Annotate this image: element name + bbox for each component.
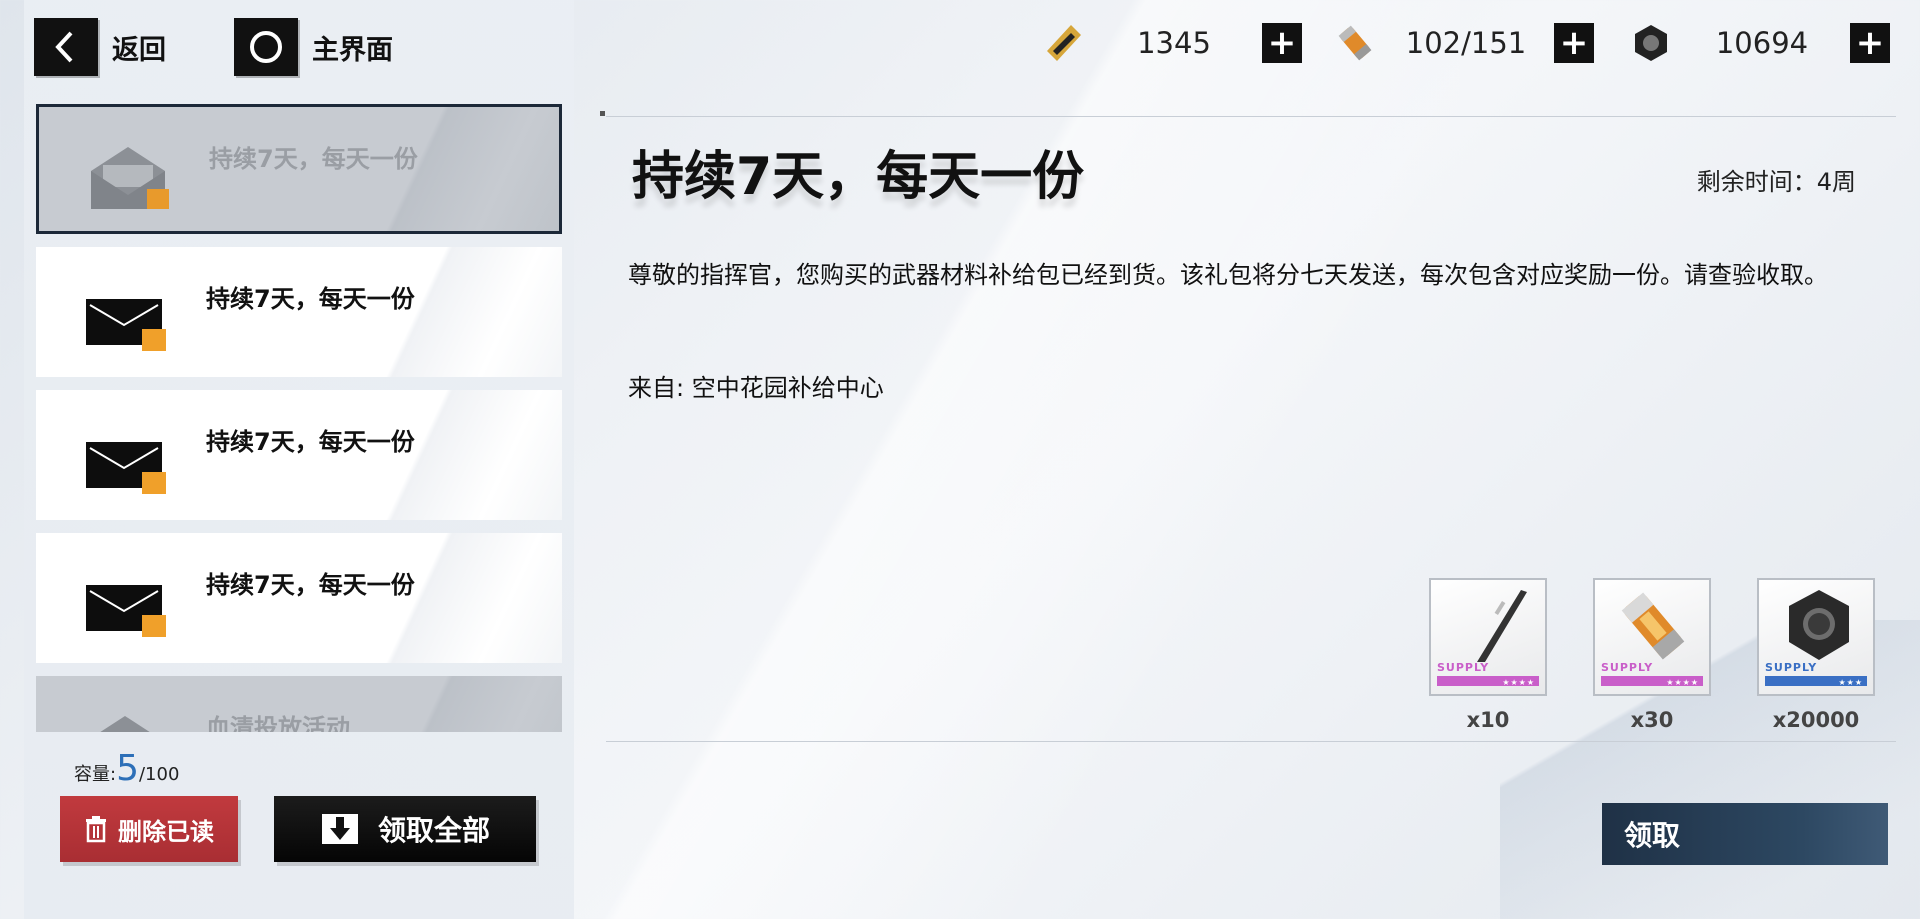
remaining-time: 剩余时间：4周 <box>1696 168 1856 196</box>
resource-battery: 102/151 + <box>1332 20 1594 66</box>
supply-label: SUPPLY <box>1437 661 1490 674</box>
add-ticket-button[interactable]: + <box>1262 23 1302 63</box>
marker-dot <box>600 111 605 116</box>
back-label: 返回 <box>112 34 166 66</box>
claim-button[interactable]: 领取 <box>1602 803 1888 865</box>
mail-body: 尊敬的指挥官，您购买的武器材料补给包已经到货。该礼包将分七天发送，每次包含对应奖… <box>628 261 1828 289</box>
mail-item[interactable]: 持续7天，每天一份 <box>36 390 562 520</box>
reward-card[interactable]: SUPPLY ★★★★ <box>1593 578 1711 696</box>
add-nut-button[interactable]: + <box>1850 23 1890 63</box>
resource-value: 1345 <box>1137 26 1211 60</box>
reward-item[interactable]: SUPPLY ★★★★ x30 <box>1593 578 1711 732</box>
supply-label: SUPPLY <box>1765 661 1818 674</box>
opened-envelope-icon <box>91 147 169 209</box>
rarity-stars: ★★★★ <box>1666 678 1699 687</box>
mail-item[interactable]: 持续7天，每天一份 <box>36 533 562 663</box>
envelope-icon <box>86 442 166 494</box>
chevron-left-icon <box>34 18 98 76</box>
supply-label: SUPPLY <box>1601 661 1654 674</box>
hex-nut-icon <box>1628 20 1674 66</box>
resource-value: 102/151 <box>1405 26 1527 60</box>
home-button[interactable]: 主界面 <box>234 18 393 76</box>
mail-title: 持续7天，每天一份 <box>209 145 418 173</box>
trash-icon <box>86 816 106 843</box>
mail-detail-title: 持续7天，每天一份 <box>632 147 1085 207</box>
back-button[interactable]: 返回 <box>34 18 166 76</box>
capacity-label: 容量: <box>74 764 117 785</box>
reward-item[interactable]: SUPPLY ★★★★ x10 <box>1429 578 1547 732</box>
reward-card[interactable]: SUPPLY ★★★★ <box>1429 578 1547 696</box>
mail-item[interactable]: 血清投放活动 <box>36 676 562 732</box>
add-battery-button[interactable]: + <box>1554 23 1594 63</box>
claim-label: 领取 <box>1624 819 1681 852</box>
mail-title: 持续7天，每天一份 <box>206 285 415 313</box>
battery-icon <box>1621 592 1685 660</box>
resource-value: 10694 <box>1715 26 1809 60</box>
opened-envelope-icon <box>100 716 150 732</box>
delete-read-label: 删除已读 <box>118 817 214 846</box>
rarity-stars: ★★★★ <box>1502 678 1535 687</box>
collect-all-button[interactable]: 领取全部 <box>274 796 536 862</box>
mail-item[interactable]: 持续7天，每天一份 <box>36 247 562 377</box>
mail-capacity: 容量:5/100 <box>74 748 179 789</box>
capacity-current: 5 <box>116 748 139 789</box>
mail-title: 持续7天，每天一份 <box>206 428 415 456</box>
envelope-icon <box>86 299 166 351</box>
hex-nut-icon <box>1789 590 1849 660</box>
mail-list[interactable]: 持续7天，每天一份 持续7天，每天一份 持续7天，每天一份 持续7天，每天一份 … <box>36 104 564 732</box>
mail-title: 血清投放活动 <box>206 714 350 732</box>
envelope-icon <box>86 585 166 637</box>
delete-read-button[interactable]: 删除已读 <box>60 796 238 862</box>
mail-sender: 来自: 空中花园补给中心 <box>628 374 884 402</box>
home-label: 主界面 <box>312 34 393 66</box>
mail-title: 持续7天，每天一份 <box>206 571 415 599</box>
capacity-max: /100 <box>138 764 180 785</box>
collect-all-label: 领取全部 <box>377 814 490 847</box>
reward-quantity: x20000 <box>1772 708 1860 732</box>
reward-item[interactable]: SUPPLY ★★★ x20000 <box>1757 578 1875 732</box>
divider <box>606 741 1896 742</box>
weapon-blade-icon <box>1477 590 1527 662</box>
reward-quantity: x30 <box>1630 708 1674 732</box>
rarity-stars: ★★★ <box>1838 678 1863 687</box>
resource-nut: 10694 + <box>1628 20 1890 66</box>
reward-card[interactable]: SUPPLY ★★★ <box>1757 578 1875 696</box>
home-ring-icon <box>234 18 298 76</box>
battery-icon <box>1332 20 1378 66</box>
divider <box>606 116 1896 117</box>
ticket-icon <box>1040 20 1086 66</box>
download-box-icon <box>321 814 358 844</box>
mail-item[interactable]: 持续7天，每天一份 <box>36 104 562 234</box>
reward-quantity: x10 <box>1466 708 1510 732</box>
resource-ticket: 1345 + <box>1040 20 1302 66</box>
